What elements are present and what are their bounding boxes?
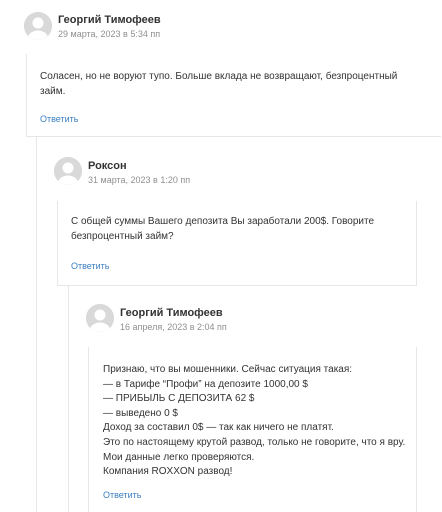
comment-text-line: Доход за составил 0$ — так как ничего не… bbox=[103, 422, 334, 434]
comment-text-line: — в Тарифе “Профи” на депозите 1000,00 $ bbox=[103, 378, 308, 390]
comment-text-line: Компания ROXXON развод! bbox=[103, 466, 233, 478]
comment-text: С общей суммы Вашего депозита Вы заработ… bbox=[71, 215, 411, 244]
comment-text-line: — выведено 0 $ bbox=[103, 407, 178, 419]
default-user-avatar-icon bbox=[24, 12, 52, 40]
comment-author[interactable]: Георгий Тимофеев bbox=[120, 307, 223, 319]
comment-date[interactable]: 16 апреля, 2023 в 2:04 пп bbox=[120, 322, 227, 332]
comment-text-line: С общей суммы Вашего депозита Вы заработ… bbox=[71, 216, 375, 227]
avatar bbox=[24, 12, 52, 40]
comment-text-line: Это по настоящему крутой развод, только … bbox=[103, 436, 406, 448]
comment-date[interactable]: 31 марта, 2023 в 1:20 пп bbox=[88, 175, 190, 185]
comment-text-line: Соласен, но не воруют тупо. Больше вклад… bbox=[40, 71, 398, 82]
reply-link[interactable]: Ответить bbox=[40, 114, 78, 124]
comment-date[interactable]: 29 марта, 2023 в 5:34 пп bbox=[58, 29, 160, 39]
default-user-avatar-icon bbox=[86, 304, 114, 332]
reply-link[interactable]: Ответить bbox=[71, 261, 109, 271]
reply-link[interactable]: Ответить bbox=[103, 490, 141, 500]
comment-text-line: — ПРИБЫЛЬ С ДЕПОЗИТА 62 $ bbox=[103, 393, 255, 405]
default-user-avatar-icon bbox=[54, 157, 82, 185]
comment-text: Признаю, что вы мошенники. Сейчас ситуац… bbox=[103, 363, 413, 480]
comment-text: Соласен, но не воруют тупо. Больше вклад… bbox=[40, 70, 435, 99]
comment-author[interactable]: Роксон bbox=[88, 160, 127, 172]
comment-text-line: Мои данные легко проверяются. bbox=[103, 451, 255, 463]
thread-line-level-1 bbox=[36, 136, 37, 512]
avatar bbox=[86, 304, 114, 332]
thread-line-level-2 bbox=[68, 285, 69, 512]
comment-author[interactable]: Георгий Тимофеев bbox=[58, 14, 161, 26]
comment-text-line: безпроцентный займ? bbox=[71, 230, 174, 242]
avatar bbox=[54, 157, 82, 185]
comment-text-line: займ. bbox=[40, 85, 66, 97]
comment-text-line: Признаю, что вы мошенники. Сейчас ситуац… bbox=[103, 364, 353, 375]
